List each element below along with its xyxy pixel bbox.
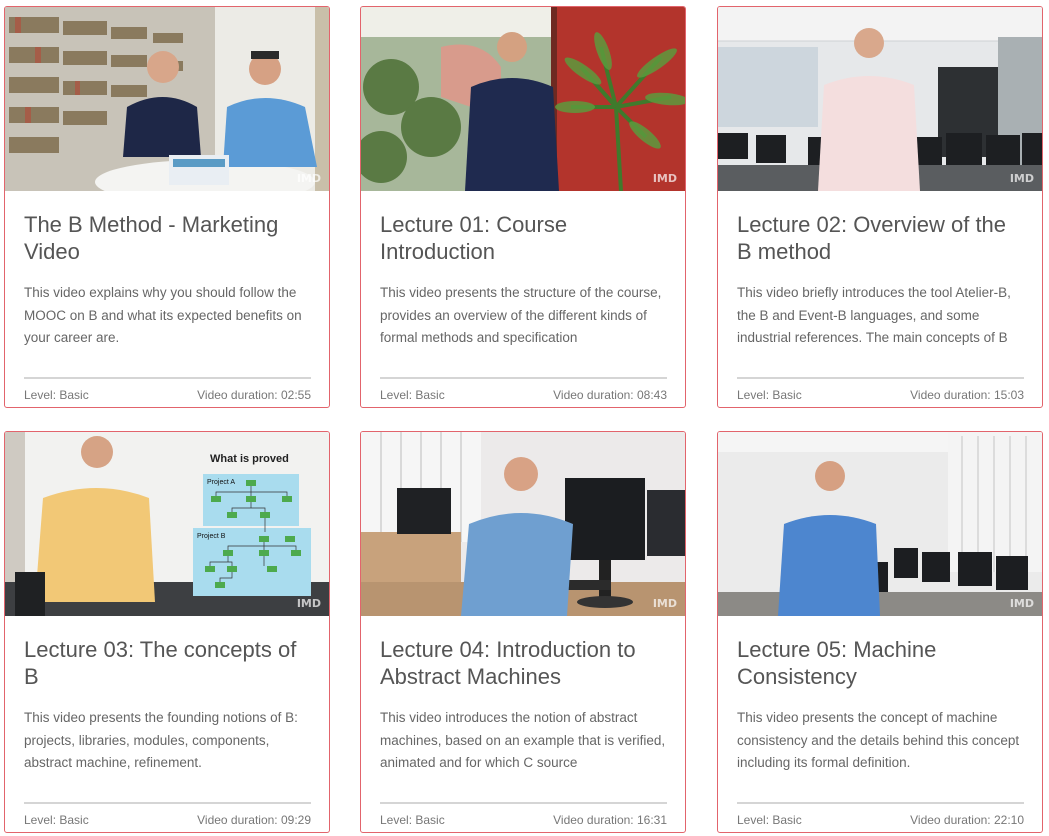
card-description: This video presents the founding notions… xyxy=(24,710,298,770)
card-description: This video introduces the notion of abst… xyxy=(380,710,666,770)
level-label: Level: Basic xyxy=(380,813,445,827)
card-title[interactable]: The B Method - Marketing Video xyxy=(24,211,311,267)
video-card[interactable]: IMD The B Method - Marketing Video This … xyxy=(4,6,330,408)
watermark: IMD xyxy=(652,172,677,185)
watermark: IMD xyxy=(652,597,677,610)
card-title[interactable]: Lecture 02: Overview of the B method xyxy=(737,211,1024,267)
watermark: IMD xyxy=(1009,172,1034,185)
duration-label: Video duration: 16:31 xyxy=(553,813,667,827)
diagram-project-a: Project A xyxy=(207,479,235,486)
level-label: Level: Basic xyxy=(737,813,802,827)
duration-label: Video duration: 08:43 xyxy=(553,388,667,402)
duration-label: Video duration: 15:03 xyxy=(910,388,1024,402)
duration-label: Video duration: 02:55 xyxy=(197,388,311,402)
level-label: Level: Basic xyxy=(380,388,445,402)
video-thumbnail[interactable]: IMD xyxy=(361,7,685,191)
video-thumbnail[interactable]: IMD xyxy=(718,432,1042,616)
divider xyxy=(380,802,667,804)
video-card[interactable]: IMD Lecture 05: Machine Consistency This… xyxy=(717,431,1043,833)
video-card[interactable]: IMD Lecture 02: Overview of the B method… xyxy=(717,6,1043,408)
watermark: IMD xyxy=(296,597,321,610)
card-title[interactable]: Lecture 03: The concepts of B xyxy=(24,636,311,692)
video-card[interactable]: What is proved Project A Project B IMD L… xyxy=(4,431,330,833)
divider xyxy=(24,802,311,804)
watermark: IMD xyxy=(1009,597,1034,610)
card-description: This video briefly introduces the tool A… xyxy=(737,285,1011,345)
level-label: Level: Basic xyxy=(24,388,89,402)
divider xyxy=(24,377,311,379)
card-description: This video explains why you should follo… xyxy=(24,285,302,345)
duration-label: Video duration: 09:29 xyxy=(197,813,311,827)
video-card[interactable]: IMD Lecture 01: Course Introduction This… xyxy=(360,6,686,408)
duration-label: Video duration: 22:10 xyxy=(910,813,1024,827)
divider xyxy=(380,377,667,379)
card-title[interactable]: Lecture 05: Machine Consistency xyxy=(737,636,1024,692)
video-thumbnail[interactable]: IMD xyxy=(361,432,685,616)
divider xyxy=(737,377,1024,379)
video-thumbnail[interactable]: IMD xyxy=(718,7,1042,191)
watermark: IMD xyxy=(296,172,321,185)
diagram-heading: What is proved xyxy=(210,453,289,465)
card-description: This video presents the concept of machi… xyxy=(737,710,1020,770)
diagram-project-b: Project B xyxy=(197,533,226,540)
level-label: Level: Basic xyxy=(737,388,802,402)
card-title[interactable]: Lecture 01: Course Introduction xyxy=(380,211,667,267)
card-description: This video presents the structure of the… xyxy=(380,285,662,345)
video-card[interactable]: IMD Lecture 04: Introduction to Abstract… xyxy=(360,431,686,833)
level-label: Level: Basic xyxy=(24,813,89,827)
divider xyxy=(737,802,1024,804)
video-thumbnail[interactable]: IMD xyxy=(5,7,329,191)
video-thumbnail[interactable]: What is proved Project A Project B IMD xyxy=(5,432,329,616)
card-title[interactable]: Lecture 04: Introduction to Abstract Mac… xyxy=(380,636,667,692)
